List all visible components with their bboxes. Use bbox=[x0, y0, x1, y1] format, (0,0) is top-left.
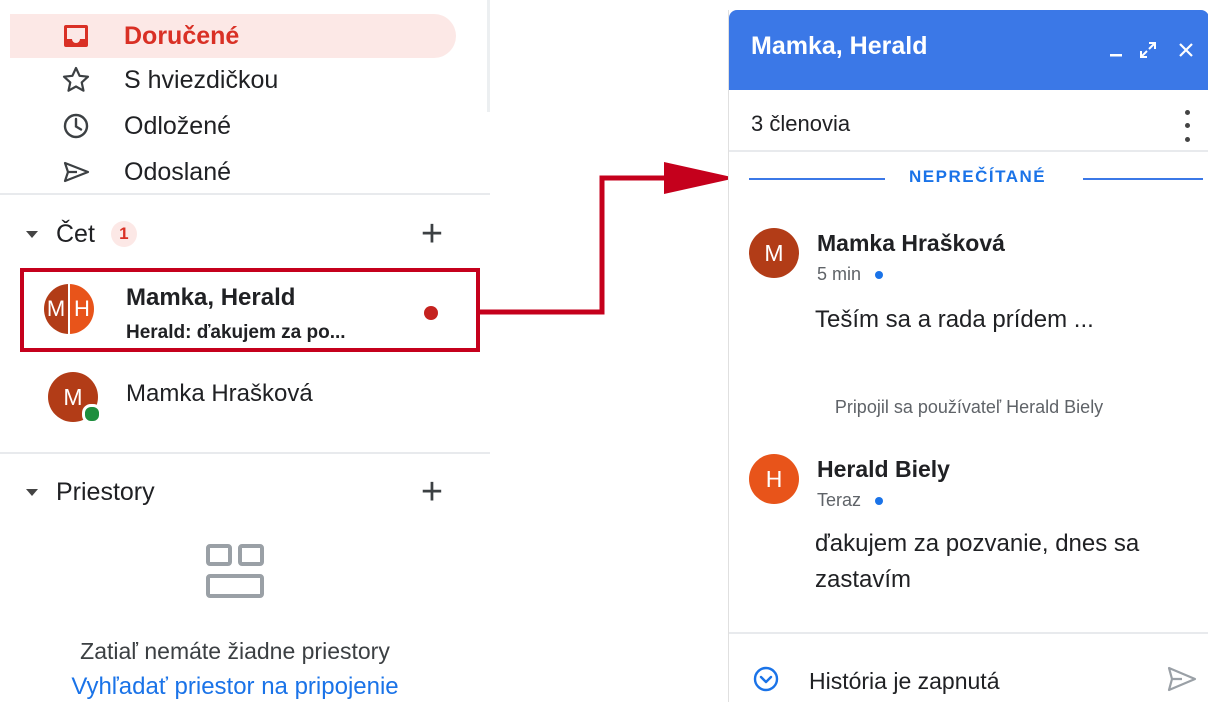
sidebar-item-label: Odoslané bbox=[124, 157, 232, 186]
chat-item-snippet: Herald: ďakujem za po... bbox=[126, 322, 346, 343]
spaces-empty-text: Zatiaľ nemáte žiadne priestory bbox=[80, 638, 390, 664]
avatar: H bbox=[749, 454, 799, 504]
divider bbox=[729, 632, 1208, 634]
annotation-arrow bbox=[480, 162, 736, 315]
clock-icon bbox=[56, 106, 96, 146]
spaces-section-header[interactable]: Priestory + bbox=[0, 470, 470, 514]
chat-item-mamka-hraskova[interactable]: M Mamka Hrašková bbox=[20, 356, 480, 440]
history-status[interactable]: História je zapnutá bbox=[809, 668, 1000, 695]
unread-dot bbox=[424, 306, 438, 320]
unread-badge: 1 bbox=[110, 221, 137, 247]
send-button[interactable] bbox=[1165, 664, 1199, 694]
group-avatar: M H bbox=[44, 284, 94, 334]
online-status-dot bbox=[82, 404, 102, 424]
close-icon[interactable] bbox=[1171, 32, 1201, 68]
add-chat-button[interactable]: + bbox=[414, 212, 450, 256]
sidebar-item-sent[interactable]: Odoslané bbox=[10, 150, 456, 194]
unread-divider-line bbox=[749, 178, 885, 180]
chat-item-name: Mamka, Herald bbox=[126, 284, 296, 311]
message-text: Teším sa a rada prídem ... bbox=[815, 306, 1094, 333]
message-time: Teraz bbox=[817, 490, 884, 511]
caret-down-icon[interactable] bbox=[26, 488, 38, 496]
left-sidebar: Doručené S hviezdičkou Odložené Odoslané… bbox=[0, 0, 490, 702]
chat-window-title: Mamka, Herald bbox=[751, 32, 928, 60]
chat-item-name: Mamka Hrašková bbox=[126, 380, 313, 407]
vertical-divider bbox=[487, 0, 490, 112]
caret-down-icon[interactable] bbox=[26, 230, 38, 238]
sidebar-item-label: Doručené bbox=[124, 21, 240, 50]
chat-window: Mamka, Herald 3 členovia NEPREČÍTANÉ M M… bbox=[728, 10, 1208, 702]
divider bbox=[729, 150, 1208, 152]
message-text: ďakujem za pozvanie, dnes sa zastavím bbox=[815, 530, 1140, 593]
sidebar-item-starred[interactable]: S hviezdičkou bbox=[10, 58, 456, 102]
add-space-button[interactable]: + bbox=[414, 470, 450, 514]
divider bbox=[0, 193, 490, 195]
chat-window-header[interactable]: Mamka, Herald bbox=[729, 10, 1208, 90]
more-options-icon[interactable] bbox=[1177, 106, 1197, 146]
inbox-icon bbox=[56, 16, 96, 56]
avatar-letter: H bbox=[68, 284, 94, 334]
message-sender: Mamka Hrašková bbox=[817, 230, 1005, 256]
unread-divider-label: NEPREČÍTANÉ bbox=[909, 167, 1047, 186]
star-icon bbox=[56, 60, 96, 100]
minimize-icon[interactable] bbox=[1101, 32, 1131, 68]
unread-divider-line bbox=[1083, 178, 1203, 180]
message-time-text: Teraz bbox=[817, 490, 862, 510]
message-sender: Herald Biely bbox=[817, 456, 950, 482]
chat-item-mamka-herald[interactable]: M H Mamka, Herald Herald: ďakujem za po.… bbox=[20, 268, 480, 352]
avatar: M bbox=[749, 228, 799, 278]
history-toggle-icon[interactable] bbox=[751, 664, 781, 694]
member-count[interactable]: 3 členovia bbox=[751, 111, 850, 137]
popout-icon[interactable] bbox=[1133, 32, 1163, 68]
chat-section-title: Čet bbox=[56, 219, 95, 248]
message-time-text: 5 min bbox=[817, 264, 862, 284]
sidebar-item-label: S hviezdičkou bbox=[124, 65, 279, 94]
message-time: 5 min bbox=[817, 264, 884, 285]
unread-dot bbox=[875, 496, 884, 505]
sidebar-item-inbox[interactable]: Doručené bbox=[10, 14, 456, 58]
divider bbox=[0, 452, 490, 454]
sidebar-item-label: Odložené bbox=[124, 111, 232, 140]
chat-section-header[interactable]: Čet 1 + bbox=[0, 212, 470, 256]
spaces-empty-icon bbox=[205, 543, 265, 603]
find-space-link[interactable]: Vyhľadať priestor na pripojenie bbox=[0, 673, 470, 701]
system-message: Pripojil sa používateľ Herald Biely bbox=[834, 397, 1104, 417]
unread-dot bbox=[875, 270, 884, 279]
sidebar-item-snoozed[interactable]: Odložené bbox=[10, 104, 456, 148]
avatar-letter: M bbox=[44, 284, 68, 334]
send-icon bbox=[56, 152, 96, 192]
spaces-section-title: Priestory bbox=[56, 477, 155, 506]
